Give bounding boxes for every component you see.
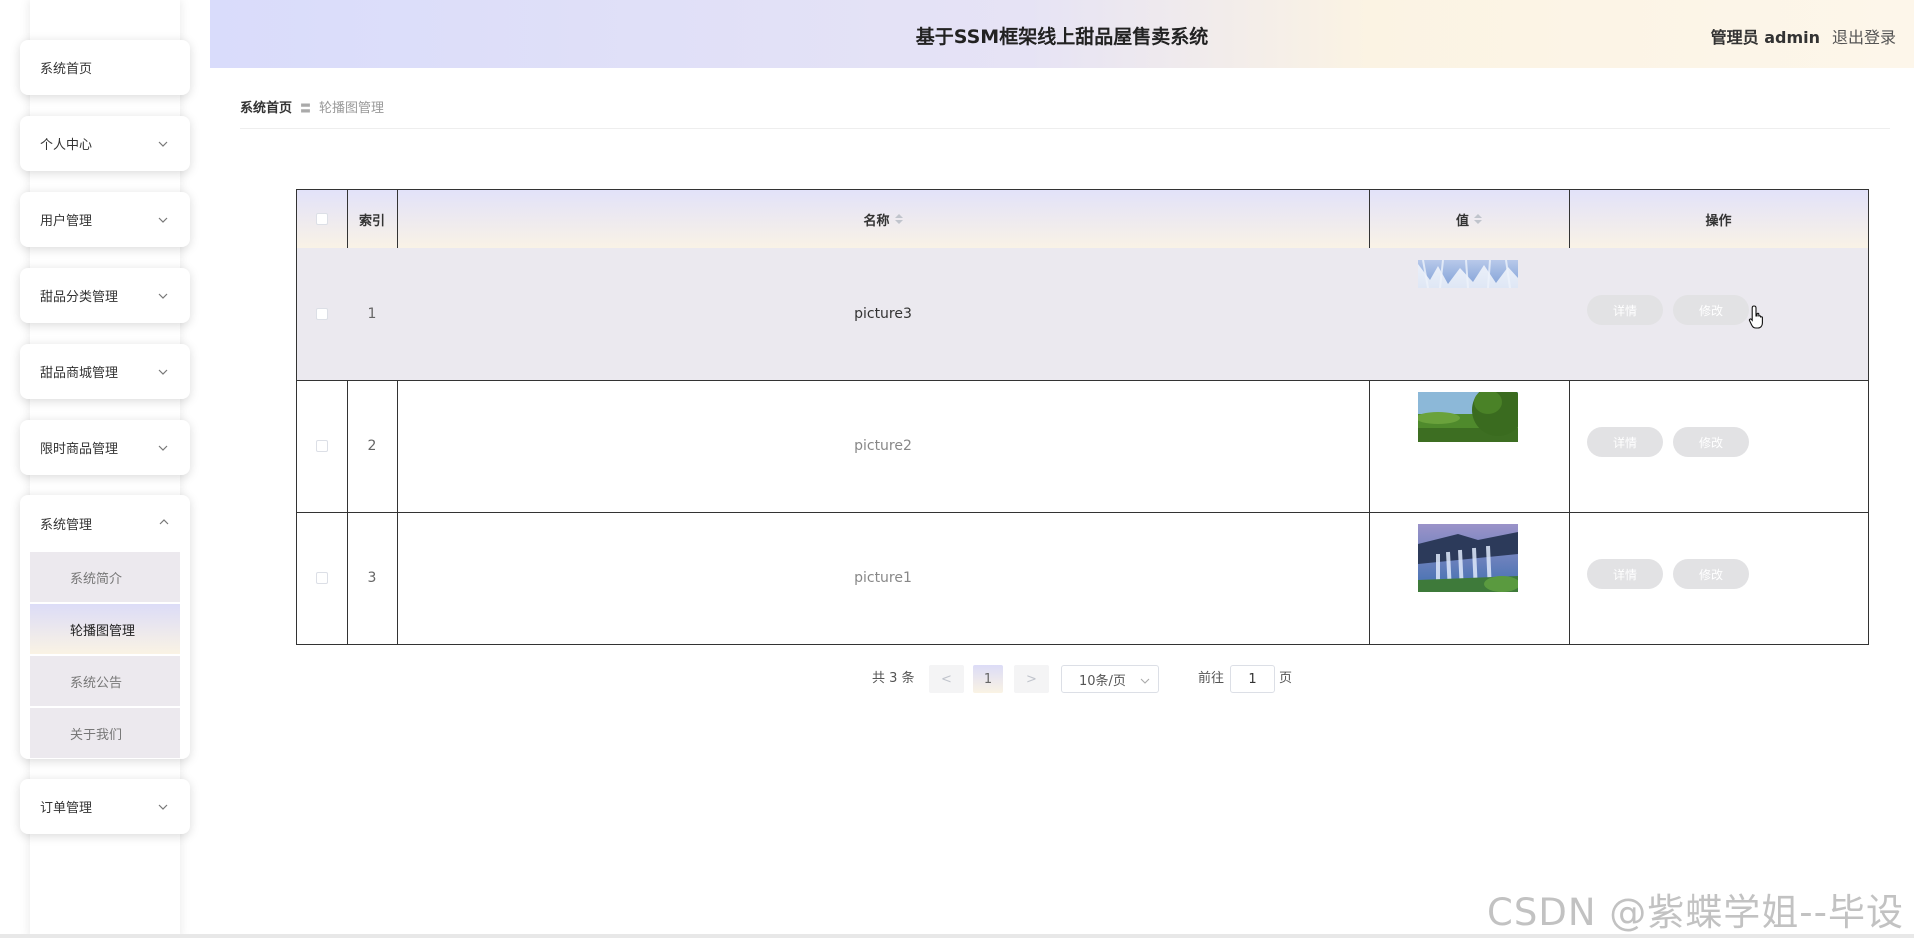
sidebar-subitem-announcements[interactable]: 系统公告 <box>30 656 180 706</box>
row-select-cell <box>297 512 347 644</box>
header-name-label: 名称 <box>863 213 890 229</box>
row-select-cell <box>297 380 347 512</box>
header-value[interactable]: 值 <box>1369 190 1569 248</box>
row-checkbox[interactable] <box>316 440 328 452</box>
pagination-goto-input[interactable] <box>1230 665 1275 693</box>
header-actions: 操作 <box>1705 213 1732 229</box>
pagination-total: 共 3 条 <box>872 671 915 686</box>
header-name[interactable]: 名称 <box>397 190 1369 248</box>
row-name: picture2 <box>854 438 912 454</box>
header-value-label: 值 <box>1455 213 1469 229</box>
sidebar-subitem-about-us[interactable]: 关于我们 <box>30 708 180 758</box>
sidebar-item-user-management[interactable]: 用户管理 <box>20 192 190 247</box>
bottom-scrollbar-track <box>0 934 1914 938</box>
row-index: 2 <box>367 438 377 454</box>
sort-icon[interactable] <box>1474 214 1482 224</box>
row-index: 1 <box>367 306 377 322</box>
logout-link[interactable]: 退出登录 <box>1832 24 1896 48</box>
sidebar-subitem-carousel-management[interactable]: 轮播图管理 <box>30 604 180 654</box>
page-size-value: 10条/页 <box>1079 673 1126 689</box>
breadcrumb-current: 轮播图管理 <box>319 101 385 116</box>
top-header: 基于SSM框架线上甜品屋售卖系统 管理员 admin 退出登录 <box>210 0 1914 68</box>
sidebar-item-system-management[interactable]: 系统管理 <box>20 495 190 552</box>
carousel-image-thumbnail <box>1418 524 1518 592</box>
sort-icon[interactable] <box>894 214 903 224</box>
chevron-up-icon <box>158 516 170 532</box>
header-index: 索引 <box>358 213 385 229</box>
sidebar-subitem-label: 系统简介 <box>70 571 123 587</box>
watermark-text: CSDN @紫蝶学姐--毕设 <box>1487 891 1904 934</box>
details-button[interactable]: 详情 <box>1587 427 1663 457</box>
sidebar-subitem-label: 轮播图管理 <box>70 623 136 639</box>
edit-button[interactable]: 修改 <box>1673 427 1749 457</box>
carousel-table: 索引 名称 值 操作 1 picture3 详情 修改 2 picture2 详… <box>296 189 1869 645</box>
current-user: 管理员 admin <box>1710 28 1820 47</box>
table-row: 1 picture3 详情 修改 <box>297 248 1868 381</box>
chevron-down-icon <box>1140 678 1150 684</box>
app-title: 基于SSM框架线上甜品屋售卖系统 <box>915 26 1209 48</box>
sidebar-item-flash-sale[interactable]: 限时商品管理 <box>20 420 190 475</box>
sidebar-item-home[interactable]: 系统首页 <box>20 40 190 95</box>
breadcrumb-divider <box>240 128 1890 129</box>
row-checkbox[interactable] <box>316 308 328 320</box>
edit-button[interactable]: 修改 <box>1673 559 1749 589</box>
select-all-checkbox[interactable] <box>316 213 328 225</box>
sidebar-item-label: 订单管理 <box>40 801 93 816</box>
sidebar-subitem-label: 系统公告 <box>70 675 123 691</box>
sidebar-group-system: 系统管理 系统简介 轮播图管理 系统公告 关于我们 <box>20 495 190 759</box>
sidebar-item-label: 系统首页 <box>40 62 93 77</box>
carousel-image-thumbnail <box>1418 260 1518 288</box>
sidebar-subitem-system-intro[interactable]: 系统简介 <box>30 552 180 602</box>
table-row: 3 picture1 详情 修改 <box>297 512 1868 644</box>
row-checkbox[interactable] <box>316 572 328 584</box>
chevron-down-icon <box>156 137 170 151</box>
sidebar-item-label: 个人中心 <box>40 138 93 153</box>
table-header: 索引 名称 值 操作 <box>297 190 1868 249</box>
breadcrumb-home[interactable]: 系统首页 <box>240 101 292 116</box>
details-button[interactable]: 详情 <box>1587 295 1663 325</box>
sidebar-item-label: 限时商品管理 <box>40 442 119 457</box>
chevron-down-icon <box>156 800 170 814</box>
row-name: picture3 <box>854 306 912 322</box>
sidebar-item-label: 系统管理 <box>40 518 93 533</box>
sidebar-item-label: 用户管理 <box>40 214 93 229</box>
details-button[interactable]: 详情 <box>1587 559 1663 589</box>
hand-cursor-icon <box>1748 305 1763 329</box>
pagination-page-suffix: 页 <box>1279 671 1293 686</box>
header-select-all <box>297 190 347 248</box>
chevron-down-icon <box>156 213 170 227</box>
edit-button[interactable]: 修改 <box>1673 295 1749 325</box>
sidebar-item-label: 甜品分类管理 <box>40 290 119 305</box>
chevron-down-icon <box>156 289 170 303</box>
pagination-next-button[interactable]: > <box>1014 665 1049 693</box>
sidebar-item-personal-center[interactable]: 个人中心 <box>20 116 190 171</box>
row-select-cell <box>297 248 347 380</box>
pagination-prev-button[interactable]: < <box>929 665 964 693</box>
chevron-down-icon <box>156 365 170 379</box>
breadcrumb: 系统首页〓轮播图管理 <box>240 97 384 116</box>
sidebar-subitem-label: 关于我们 <box>70 727 123 743</box>
pagination-page-button[interactable]: 1 <box>973 665 1003 693</box>
sidebar-item-label: 甜品商城管理 <box>40 366 119 381</box>
sidebar-item-dessert-category[interactable]: 甜品分类管理 <box>20 268 190 323</box>
page-size-select[interactable]: 10条/页 <box>1061 665 1159 693</box>
sidebar-item-order-management[interactable]: 订单管理 <box>20 779 190 834</box>
row-name: picture1 <box>854 570 912 586</box>
chevron-down-icon <box>156 441 170 455</box>
table-row: 2 picture2 详情 修改 <box>297 380 1868 513</box>
row-index: 3 <box>367 570 377 586</box>
sidebar-item-dessert-mall[interactable]: 甜品商城管理 <box>20 344 190 399</box>
breadcrumb-separator: 〓 <box>300 102 312 115</box>
pagination-goto-label: 前往 <box>1198 671 1225 686</box>
carousel-image-thumbnail <box>1418 392 1518 442</box>
